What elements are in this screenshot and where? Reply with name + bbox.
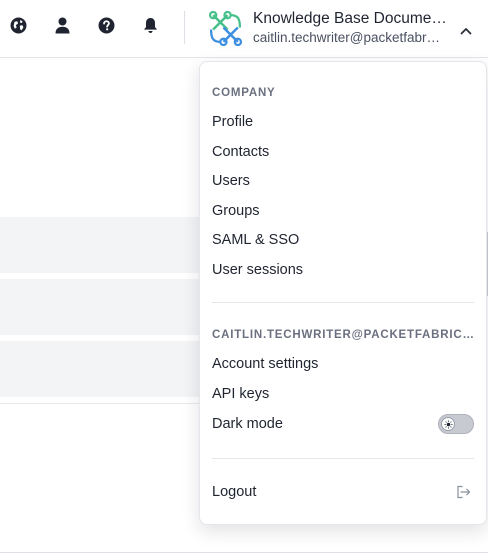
menu-divider [212,458,474,459]
sun-icon [441,417,455,431]
menu-item-groups[interactable]: Groups [212,200,474,222]
help-icon[interactable] [95,14,117,36]
dark-mode-toggle[interactable] [438,414,474,434]
menu-item-api-keys[interactable]: API keys [212,383,474,405]
menu-item-logout[interactable]: Logout [212,481,474,503]
user-icon[interactable] [51,14,73,36]
app-page: Knowledge Base Documentation caitlin.tec… [0,0,488,560]
menu-item-user-sessions[interactable]: User sessions [212,259,474,281]
user-section-title: CAITLIN.TECHWRITER@PACKETFABRIC.COM [212,329,474,341]
menu-item-account-settings[interactable]: Account settings [212,353,474,375]
header-separator [184,11,185,44]
company-section-title: COMPANY [212,87,276,99]
globe-icon[interactable] [7,14,29,36]
logout-icon[interactable] [456,485,471,504]
menu-item-saml-sso[interactable]: SAML & SSO [212,229,474,251]
dark-mode-label: Dark mode [212,416,283,432]
bell-icon[interactable] [139,14,161,36]
chevron-up-icon[interactable] [460,22,472,40]
menu-divider [212,302,474,303]
account-menu-toggle[interactable]: Knowledge Base Documentation caitlin.tec… [196,0,488,58]
content-row[interactable] [0,341,220,397]
account-dropdown-menu: COMPANY Profile Contacts Users Groups SA… [199,61,487,525]
content-divider [0,403,220,404]
top-bar: Knowledge Base Documentation caitlin.tec… [0,0,488,58]
content-row[interactable] [0,279,220,335]
menu-item-users[interactable]: Users [212,170,474,192]
account-name: Knowledge Base Documentation [253,10,449,27]
content-row[interactable] [0,217,220,273]
menu-item-contacts[interactable]: Contacts [212,141,474,163]
account-email: caitlin.techwriter@packetfabric.com [253,30,443,45]
footer-divider [0,552,488,553]
menu-item-profile[interactable]: Profile [212,111,474,133]
packetfabric-logo [208,10,243,51]
